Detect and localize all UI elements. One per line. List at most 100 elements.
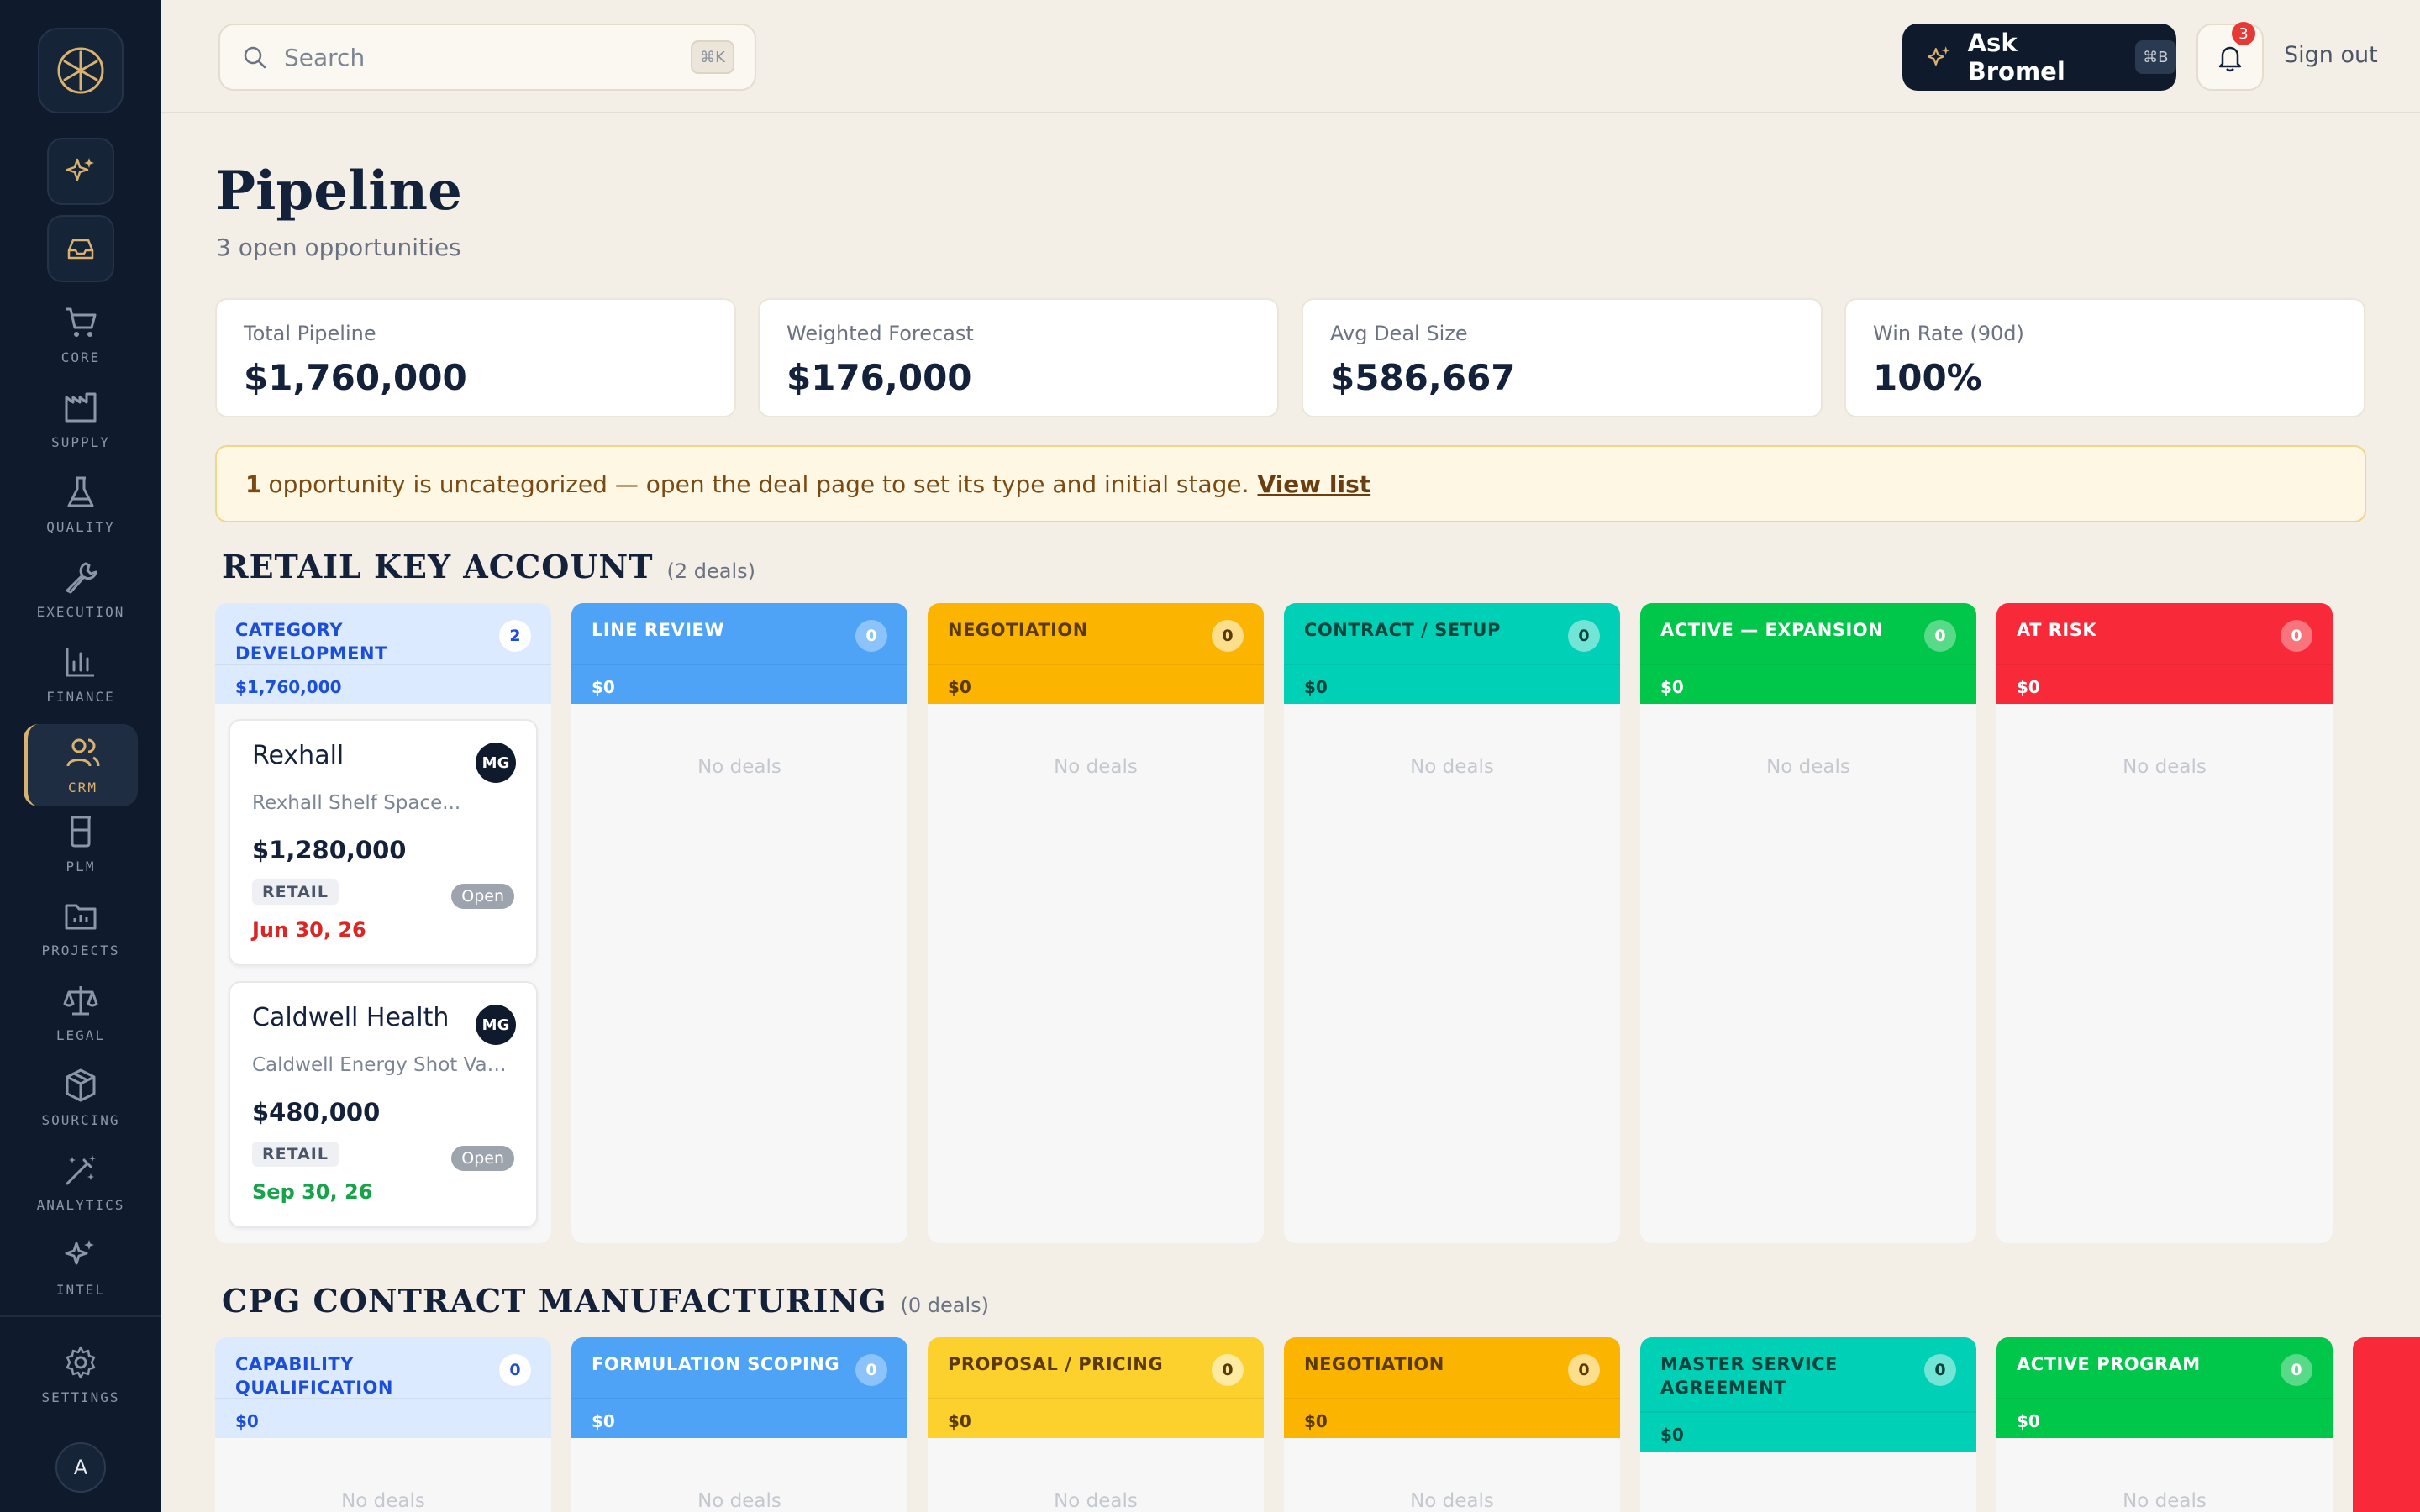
- sidebar-item-label: ANALYTICS: [36, 1197, 125, 1213]
- stage-header: ACTIVE PROGRAM 0: [1996, 1337, 2333, 1398]
- ask-shortcut-badge: ⌘B: [2134, 40, 2176, 74]
- stage-count-badge: 0: [2281, 620, 2312, 652]
- empty-state: No deals: [697, 1490, 781, 1512]
- kpi-value: $1,760,000: [244, 357, 467, 398]
- ask-bromel-button[interactable]: Ask Bromel ⌘B: [1902, 24, 2176, 91]
- kpi-value: $586,667: [1330, 357, 1516, 398]
- ai-sparkles-button[interactable]: [47, 138, 114, 205]
- sidebar-item-supply[interactable]: SUPPLY: [24, 379, 138, 461]
- stage-amount: $0: [571, 664, 908, 704]
- inbox-icon: [67, 239, 94, 260]
- stage-column-master-service-agreement: MASTER SERVICE AGREEMENT 0 $0: [1640, 1337, 1976, 1512]
- sidebar-item-legal[interactable]: LEGAL: [24, 972, 138, 1054]
- app-logo[interactable]: [38, 28, 124, 113]
- stage-count-badge: 0: [2281, 1354, 2312, 1386]
- stage-amount: $0: [1996, 1398, 2333, 1438]
- kpi-card-total-pipeline: Total Pipeline $1,760,000: [215, 298, 736, 417]
- stage-column-active-program: ACTIVE PROGRAM 0 $0 No deals: [1996, 1337, 2333, 1512]
- kpi-card-avg-deal-size: Avg Deal Size $586,667: [1302, 298, 1823, 417]
- sidebar-item-label: PLM: [66, 858, 96, 874]
- deal-status-badge: Open: [451, 1146, 514, 1171]
- deal-card[interactable]: Rexhall MG Rexhall Shelf Space... $1,280…: [229, 719, 538, 966]
- stage-amount: $0: [1640, 664, 1976, 704]
- stage-header: MASTER SERVICE AGREEMENT 0: [1640, 1337, 1976, 1411]
- search-input[interactable]: Search ⌘K: [218, 24, 756, 91]
- stage-name: AT RISK: [2017, 620, 2097, 640]
- stage-name: NEGOTIATION: [1304, 1354, 1444, 1374]
- stage-header: LINE REVIEW 0: [571, 603, 908, 664]
- stage-column-partial: [2353, 1337, 2420, 1512]
- sidebar-item-crm[interactable]: CRM: [24, 724, 138, 806]
- stage-column-active-expansion: ACTIVE — EXPANSION 0 $0 No deals: [1640, 603, 1976, 1243]
- empty-state: No deals: [1410, 756, 1494, 778]
- stage-amount: $0: [928, 664, 1264, 704]
- stage-header: CATEGORY DEVELOPMENT 2: [215, 603, 551, 664]
- stage-name: CONTRACT / SETUP: [1304, 620, 1501, 640]
- stage-header: CONTRACT / SETUP 0: [1284, 603, 1620, 664]
- section-header-cpg-contract-manufacturing: CPG CONTRACT MANUFACTURING (0 deals): [222, 1282, 989, 1320]
- sidebar-item-label: PROJECTS: [41, 942, 120, 958]
- stage-count-badge: 0: [1568, 1354, 1600, 1386]
- deal-amount: $1,280,000: [252, 836, 407, 864]
- gear-icon: [66, 1346, 96, 1379]
- owner-avatar: MG: [476, 1005, 516, 1045]
- stage-amount: $0: [1996, 664, 2333, 704]
- stage-amount: $0: [1284, 664, 1620, 704]
- wand-icon: [66, 1155, 96, 1185]
- notifications-button[interactable]: 3: [2196, 22, 2264, 91]
- empty-state: No deals: [341, 1490, 425, 1512]
- section-title: RETAIL KEY ACCOUNT: [222, 548, 654, 585]
- sidebar: CORE SUPPLY QUALITY EXECUTION FINANCE CR…: [0, 0, 161, 1512]
- inbox-button[interactable]: [47, 215, 114, 282]
- sidebar-item-plm[interactable]: PLM: [24, 803, 138, 885]
- asterisk-logo-icon: [57, 47, 104, 94]
- deal-description: Rexhall Shelf Space...: [252, 792, 461, 814]
- sparkles-icon: [66, 158, 94, 181]
- deal-card[interactable]: Caldwell Health MG Caldwell Energy Shot …: [229, 981, 538, 1228]
- sidebar-item-settings[interactable]: SETTINGS: [24, 1334, 138, 1416]
- stage-count-badge: 2: [499, 620, 531, 652]
- deal-status-badge: Open: [451, 884, 514, 909]
- kpi-label: Win Rate (90d): [1873, 322, 2024, 345]
- stage-count-badge: 0: [1212, 1354, 1244, 1386]
- stage-name: ACTIVE PROGRAM: [2017, 1354, 2201, 1374]
- kpi-value: $176,000: [786, 357, 972, 398]
- deal-name: Rexhall: [252, 741, 345, 770]
- sidebar-item-intel[interactable]: INTEL: [24, 1226, 138, 1309]
- kpi-card-weighted-forecast: Weighted Forecast $176,000: [758, 298, 1279, 417]
- alert-message: opportunity is uncategorized — open the …: [268, 470, 1249, 498]
- search-shortcut-badge: ⌘K: [691, 40, 734, 74]
- stage-column-proposal-pricing: PROPOSAL / PRICING 0 $0 No deals: [928, 1337, 1264, 1512]
- search-placeholder: Search: [284, 43, 366, 71]
- stage-amount: $0: [928, 1398, 1264, 1438]
- empty-state: No deals: [1766, 756, 1850, 778]
- bar-chart-icon: [66, 648, 94, 677]
- sidebar-item-analytics[interactable]: ANALYTICS: [24, 1142, 138, 1224]
- stage-amount: $0: [215, 1398, 551, 1438]
- sidebar-item-label: FINANCE: [46, 689, 115, 705]
- kpi-label: Total Pipeline: [244, 322, 376, 345]
- sidebar-item-quality[interactable]: QUALITY: [24, 464, 138, 546]
- cart-icon: [66, 307, 97, 337]
- sidebar-item-projects[interactable]: PROJECTS: [24, 887, 138, 969]
- sidebar-item-finance[interactable]: FINANCE: [24, 633, 138, 716]
- sidebar-item-execution[interactable]: EXECUTION: [24, 549, 138, 631]
- sign-out-link[interactable]: Sign out: [2284, 42, 2378, 68]
- stage-name: CATEGORY DEVELOPMENT: [235, 620, 387, 664]
- kpi-label: Avg Deal Size: [1330, 322, 1468, 345]
- stage-name: CAPABILITY QUALIFICATION: [235, 1354, 393, 1398]
- view-list-link[interactable]: View list: [1258, 470, 1371, 498]
- user-avatar[interactable]: A: [55, 1442, 106, 1493]
- uncategorized-alert: 1 opportunity is uncategorized — open th…: [215, 445, 2366, 522]
- stage-column-at-risk: AT RISK 0 $0 No deals: [1996, 603, 2333, 1243]
- page-title: Pipeline: [215, 160, 462, 223]
- sidebar-item-core[interactable]: CORE: [24, 294, 138, 376]
- wrench-icon: [66, 562, 97, 594]
- stage-name: LINE REVIEW: [592, 620, 725, 640]
- stage-header: CAPABILITY QUALIFICATION 0: [215, 1337, 551, 1398]
- sidebar-item-label: INTEL: [55, 1282, 106, 1298]
- kpi-card-win-rate: Win Rate (90d) 100%: [1844, 298, 2365, 417]
- empty-state: No deals: [697, 756, 781, 778]
- sidebar-item-sourcing[interactable]: SOURCING: [24, 1057, 138, 1139]
- sidebar-item-label: SETTINGS: [41, 1389, 120, 1405]
